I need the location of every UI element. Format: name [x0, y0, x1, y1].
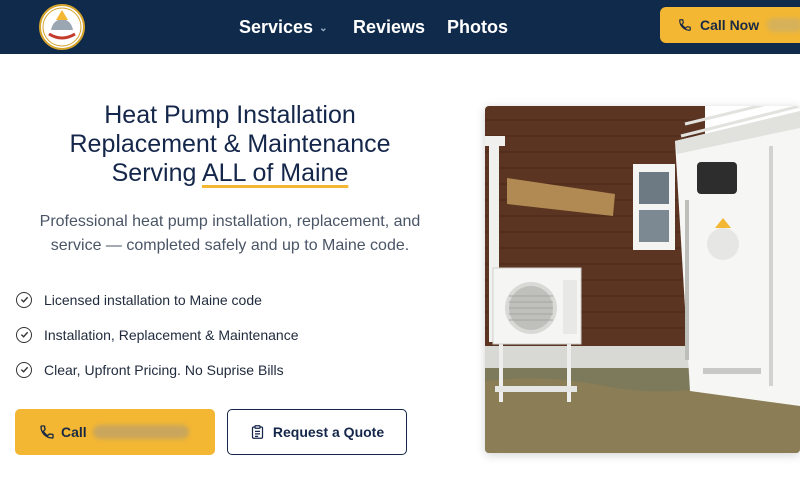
nav-reviews-label[interactable]: Reviews — [353, 17, 425, 38]
request-quote-label: Request a Quote — [272, 424, 385, 440]
feature-text: Clear, Upfront Pricing. No Suprise Bills — [44, 361, 284, 378]
nav-photos-label[interactable]: Photos — [447, 17, 508, 38]
redacted-phone-number — [767, 18, 800, 32]
headline-highlight: ALL of Maine — [201, 159, 349, 187]
headline-line-2: Replacement & Maintenance — [69, 130, 391, 158]
headline-line-3-prefix: Serving — [111, 159, 202, 187]
feature-item: Licensed installation to Maine code — [16, 282, 298, 317]
headline-line-3: Serving ALL of Maine — [30, 159, 430, 188]
headline-line-1: Heat Pump Installation — [104, 101, 356, 129]
check-circle-icon — [16, 291, 32, 308]
call-button[interactable]: Call — [15, 409, 215, 455]
hero-headline: Heat Pump Installation Replacement & Mai… — [30, 101, 430, 188]
nav-reviews[interactable]: Reviews — [353, 17, 447, 38]
nav-photos[interactable]: Photos — [447, 17, 508, 38]
phone-icon — [40, 425, 54, 439]
feature-text: Licensed installation to Maine code — [44, 291, 262, 308]
feature-item: Installation, Replacement & Maintenance — [16, 317, 298, 352]
nav-services[interactable]: Services ⌄ — [239, 17, 353, 38]
phone-icon — [679, 19, 691, 31]
hero-photo — [485, 106, 800, 453]
call-now-button[interactable]: Call Now — [660, 7, 800, 43]
company-logo-icon[interactable] — [39, 4, 85, 50]
feature-list: Licensed installation to Maine code Inst… — [16, 282, 298, 387]
redacted-phone-number — [92, 425, 189, 439]
call-button-label: Call — [61, 424, 87, 440]
main-nav: Services ⌄ Reviews Photos — [239, 0, 508, 54]
chevron-down-icon[interactable]: ⌄ — [319, 23, 327, 34]
call-now-label: Call Now — [700, 17, 760, 33]
feature-item: Clear, Upfront Pricing. No Suprise Bills — [16, 352, 298, 387]
site-header: Services ⌄ Reviews Photos Call Now — [0, 0, 800, 54]
request-quote-button[interactable]: Request a Quote — [227, 409, 407, 455]
nav-services-label[interactable]: Services — [239, 17, 313, 38]
clipboard-icon — [251, 425, 263, 439]
check-circle-icon — [16, 361, 32, 378]
hero-subtext: Professional heat pump installation, rep… — [39, 213, 421, 254]
check-circle-icon — [16, 326, 32, 343]
feature-text: Installation, Replacement & Maintenance — [44, 326, 299, 343]
